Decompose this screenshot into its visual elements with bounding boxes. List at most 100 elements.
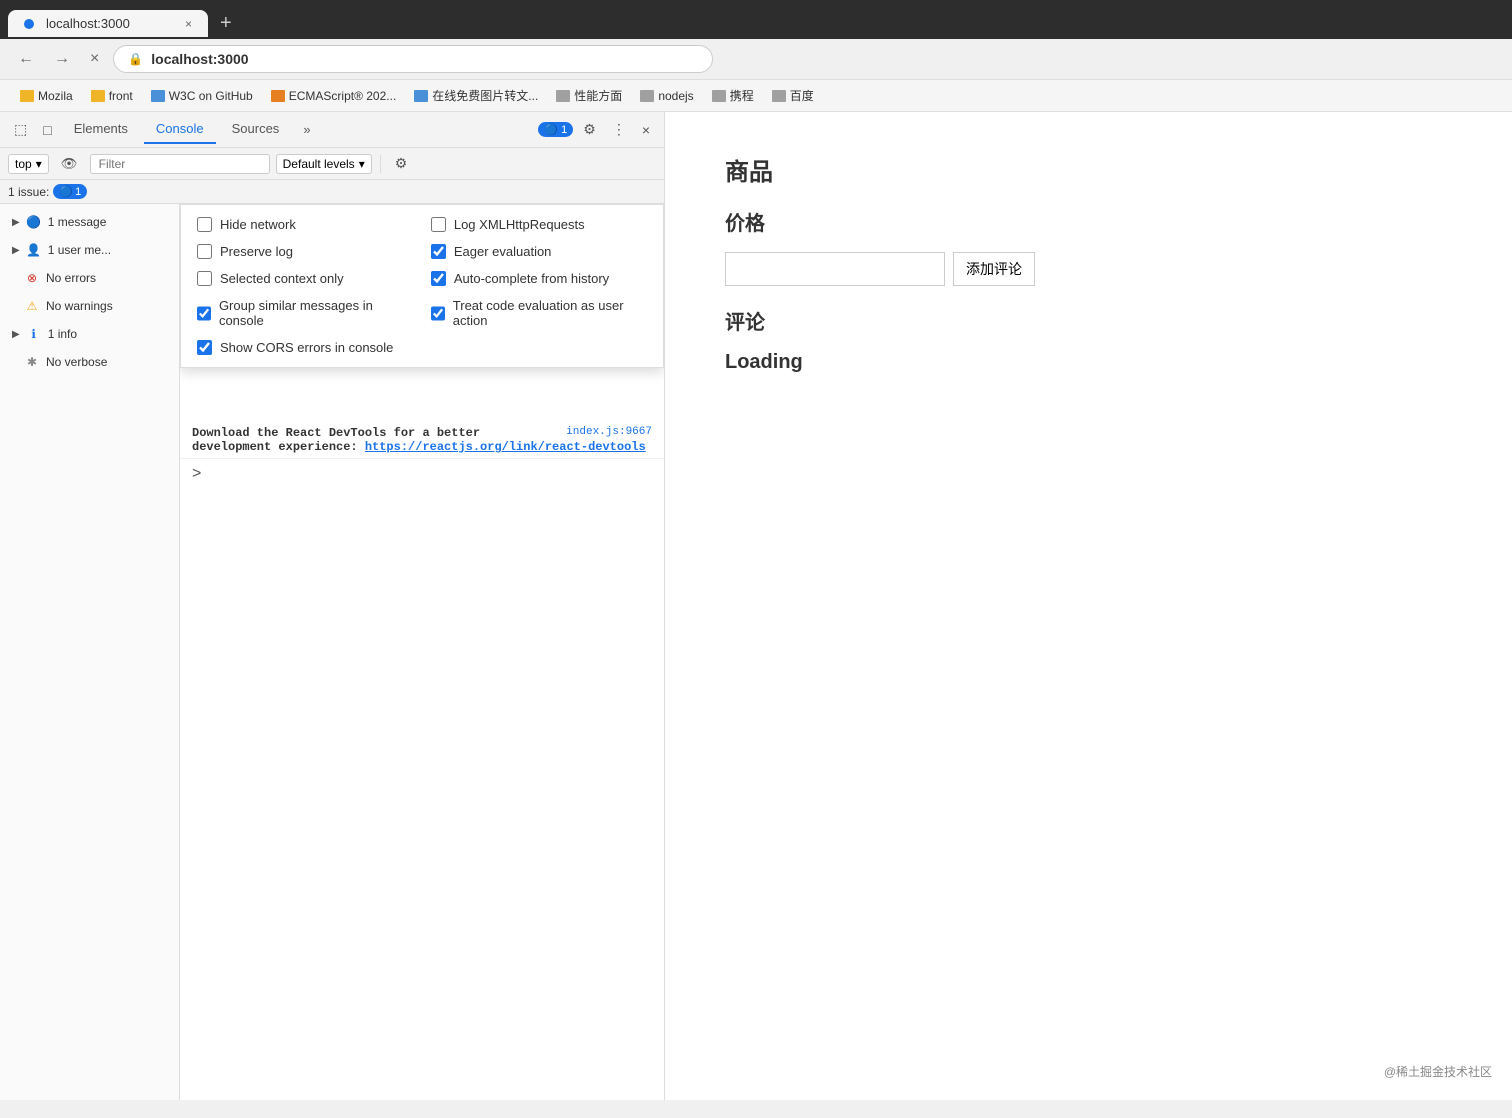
devtools-more-btn[interactable]: ⋮ [606,117,632,142]
issue-badge-icon: 🔵 [544,123,558,136]
back-btn[interactable]: ← [12,46,40,72]
sidebar-item-warnings[interactable]: ⚠ No warnings [0,292,179,320]
console-body: ▶ 🔵 1 message ▶ 👤 1 user me... ⊗ No erro… [0,204,664,1100]
user-icon: 👤 [26,242,42,258]
issue-badge[interactable]: 🔵 1 [538,122,573,137]
devtools-toggle-btn[interactable]: ⬚ [8,117,33,142]
checkbox-autocomplete[interactable]: Auto-complete from history [431,271,647,286]
bookmark-nodejs[interactable]: nodejs [632,86,701,106]
eye-btn[interactable]: 👁 [55,154,84,174]
autocomplete-label: Auto-complete from history [454,271,609,286]
log-xml-checkbox[interactable] [431,217,446,232]
checkbox-cors-errors[interactable]: Show CORS errors in console [197,340,407,355]
tab-console[interactable]: Console [144,115,216,144]
issues-text: 1 issue: [8,185,49,199]
issue-badge-count: 1 [561,124,567,136]
sidebar-message-label: 1 message [48,215,107,229]
bookmark-ctrip[interactable]: 携程 [704,84,762,107]
context-value: top [15,157,32,171]
price-heading: 价格 [725,207,1452,236]
devtools-close-btn[interactable]: × [636,118,656,142]
checkbox-treat-code[interactable]: Treat code evaluation as user action [431,298,647,328]
new-tab-btn[interactable]: + [212,8,240,39]
toolbar-separator [380,155,381,173]
dropdown-col-1: Hide network Preserve log Selected conte… [197,217,407,355]
selected-context-checkbox[interactable] [197,271,212,286]
bookmark-ecma[interactable]: ECMAScript® 202... [263,86,405,106]
devtools-device-btn[interactable]: □ [37,118,57,142]
selected-context-label: Selected context only [220,271,344,286]
log-link[interactable]: https://reactjs.org/link/react-devtools [365,440,646,454]
sidebar-item-message[interactable]: ▶ 🔵 1 message [0,208,179,236]
error-icon: ⊗ [24,270,40,286]
checkbox-eager-eval[interactable]: Eager evaluation [431,244,647,259]
issue-count-badge[interactable]: 🔵 1 [53,184,87,199]
address-bar[interactable]: 🔒 localhost:3000 [113,45,713,73]
checkbox-selected-context[interactable]: Selected context only [197,271,407,286]
level-select[interactable]: Default levels ▾ [276,154,372,174]
checkbox-log-xml[interactable]: Log XMLHttpRequests [431,217,647,232]
folder-icon [772,90,786,102]
level-arrow: ▾ [359,157,365,171]
verbose-icon: ✱ [24,354,40,370]
sidebar-item-info[interactable]: ▶ ℹ 1 info [0,320,179,348]
eager-eval-checkbox[interactable] [431,244,446,259]
checkbox-hide-network[interactable]: Hide network [197,217,407,232]
warning-icon: ⚠ [24,298,40,314]
preserve-log-checkbox[interactable] [197,244,212,259]
treat-code-checkbox[interactable] [431,306,445,321]
filter-input[interactable] [90,154,270,174]
comment-input[interactable] [725,252,945,286]
sidebar-user-label: 1 user me... [48,243,111,257]
sidebar-item-verbose[interactable]: ✱ No verbose [0,348,179,376]
bookmark-baidu[interactable]: 百度 [764,84,822,107]
bookmark-perf[interactable]: 性能方面 [548,84,630,107]
product-heading: 商品 [725,152,1452,187]
log-source[interactable]: index.js:9667 [566,426,652,438]
context-select[interactable]: top ▾ [8,154,49,174]
folder-icon [556,90,570,102]
group-similar-label: Group similar messages in console [219,298,407,328]
tab-sources[interactable]: Sources [220,115,292,144]
sidebar-item-errors[interactable]: ⊗ No errors [0,264,179,292]
add-comment-btn[interactable]: 添加评论 [953,252,1035,286]
bookmark-mozila[interactable]: Mozila [12,86,81,106]
cors-errors-label: Show CORS errors in console [220,340,393,355]
preserve-log-label: Preserve log [220,244,293,259]
sidebar-item-user[interactable]: ▶ 👤 1 user me... [0,236,179,264]
sidebar-errors-label: No errors [46,271,96,285]
comment-input-row: 添加评论 [725,252,1452,286]
hide-network-checkbox[interactable] [197,217,212,232]
log-prompt[interactable]: > [180,459,664,489]
tab-close-btn[interactable]: × [185,17,192,31]
folder-icon [20,90,34,102]
folder-icon [151,90,165,102]
folder-icon [414,90,428,102]
bookmark-front[interactable]: front [83,86,141,106]
devtools-right-icons: 🔵 1 ⚙ ⋮ × [538,117,656,142]
badge-icon: 🔵 [59,185,73,198]
tab-elements[interactable]: Elements [62,115,140,144]
footer-text: @稀土掘金技术社区 [1384,1063,1492,1080]
info-icon: ℹ [26,326,42,342]
checkbox-group-similar[interactable]: Group similar messages in console [197,298,407,328]
group-similar-checkbox[interactable] [197,306,211,321]
sidebar-info-label: 1 info [48,327,77,341]
arrow-icon: ▶ [12,245,20,256]
browser-tab[interactable]: localhost:3000 × [8,10,208,37]
log-entry-react: index.js:9667 Download the React DevTool… [180,422,664,459]
bookmark-w3c[interactable]: W3C on GitHub [143,86,261,106]
cors-errors-checkbox[interactable] [197,340,212,355]
bookmarks-bar: Mozila front W3C on GitHub ECMAScript® 2… [0,80,1512,112]
reload-btn[interactable]: × [84,46,105,72]
checkbox-preserve-log[interactable]: Preserve log [197,244,407,259]
devtools-settings-btn[interactable]: ⚙ [577,117,602,142]
autocomplete-checkbox[interactable] [431,271,446,286]
prompt-symbol: > [192,465,201,483]
forward-btn[interactable]: → [48,46,76,72]
more-tabs-btn[interactable]: » [295,118,318,141]
sidebar-verbose-label: No verbose [46,355,107,369]
dropdown-col-2: Log XMLHttpRequests Eager evaluation Aut… [431,217,647,355]
console-gear-btn[interactable]: ⚙ [389,153,414,174]
bookmark-img[interactable]: 在线免费图片转文... [406,84,546,107]
